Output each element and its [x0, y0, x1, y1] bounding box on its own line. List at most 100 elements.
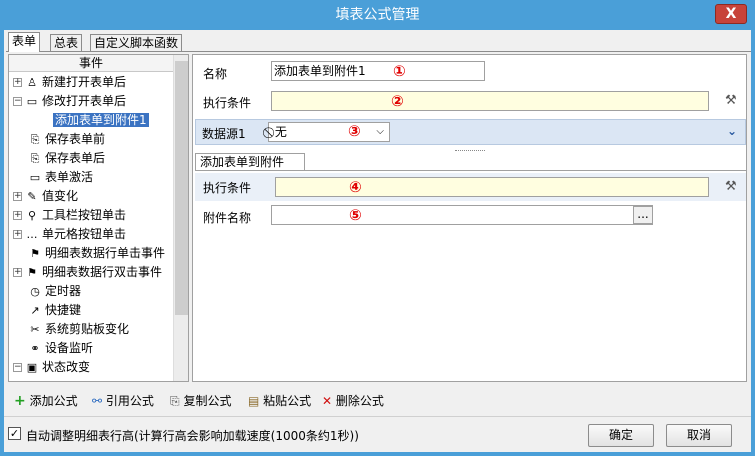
- collapse-chevron-icon[interactable]: ⌄: [727, 124, 737, 138]
- marker-3: ③: [348, 122, 361, 140]
- wand-icon[interactable]: ⚒: [725, 93, 737, 108]
- tree-item-label: 设备监听: [45, 341, 94, 355]
- condition-label: 执行条件: [203, 96, 252, 110]
- datasource-value: 无: [274, 125, 287, 139]
- tree-item-label: 修改打开表单后: [42, 94, 127, 108]
- paste-formula-button[interactable]: ▤ 粘贴公式: [248, 392, 311, 409]
- tab-summary[interactable]: 总表: [50, 34, 83, 52]
- tree-item-label: 明细表数据行双击事件: [42, 265, 163, 279]
- tree-item-label: 保存表单后: [45, 151, 106, 165]
- ref-formula-button[interactable]: ⚯ 引用公式: [92, 392, 154, 409]
- tree-scroll-thumb[interactable]: [175, 61, 188, 315]
- delete-formula-label: 删除公式: [335, 394, 384, 408]
- attachment-input[interactable]: [271, 205, 653, 225]
- close-button[interactable]: X: [715, 4, 747, 24]
- search-icon: ⚲: [27, 209, 37, 222]
- tree-header: 事件: [9, 55, 173, 72]
- auto-adjust-checkbox[interactable]: ✓: [8, 427, 21, 440]
- tree-item-label: 值变化: [42, 189, 79, 203]
- wand-icon-2[interactable]: ⚒: [725, 179, 737, 194]
- name-label: 名称: [203, 67, 228, 81]
- tree-item[interactable]: + ♙ 新建打开表单后: [13, 73, 126, 92]
- tree-item[interactable]: ⎘ 保存表单前: [13, 130, 105, 149]
- datasource-select[interactable]: ⃠ 无 ⌵: [268, 122, 390, 142]
- marker-2: ②: [391, 92, 404, 110]
- window-title: 填表公式管理: [335, 7, 420, 23]
- tree-item[interactable]: + ⚑ 明细表数据行双击事件: [13, 263, 162, 282]
- datasource-label: 数据源1: [202, 127, 246, 141]
- tree-item[interactable]: + ✎ 值变化: [13, 187, 78, 206]
- section-title: 添加表单到附件: [195, 153, 306, 171]
- condition2-label: 执行条件: [203, 181, 252, 195]
- user-icon: ♙: [27, 76, 37, 89]
- tab-custom-script[interactable]: 自定义脚本函数: [90, 34, 183, 52]
- name-input[interactable]: 添加表单到附件1: [271, 61, 485, 81]
- tree-item[interactable]: ⚑ 明细表数据行单击事件: [13, 244, 165, 263]
- tree-item-label: 新建打开表单后: [42, 75, 127, 89]
- ref-formula-label: 引用公式: [105, 394, 154, 408]
- paste-icon: ▤: [248, 394, 260, 408]
- status-icon: ▣: [26, 361, 38, 374]
- timer-icon: ◷: [30, 285, 40, 298]
- tree-item[interactable]: − ▣ 状态改变: [13, 358, 90, 377]
- tree-item[interactable]: 添加表单到附件1: [53, 111, 149, 130]
- folder-icon: ▭: [26, 95, 38, 108]
- auto-adjust-label: 自动调整明细表行高(计算行高会影响加载速度(1000条约1秒)): [26, 429, 359, 443]
- tree-item[interactable]: ✂ 系统剪贴板变化: [13, 320, 129, 339]
- marker-5: ⑤: [349, 206, 362, 224]
- add-formula-label: 添加公式: [29, 394, 78, 408]
- marker-1: ①: [393, 62, 406, 80]
- expand-icon[interactable]: +: [13, 78, 22, 87]
- cancel-button[interactable]: 取消: [666, 424, 732, 447]
- tree-item[interactable]: ◷ 定时器: [13, 282, 81, 301]
- tab-divider: [6, 51, 751, 52]
- section-header: 添加表单到附件: [195, 153, 746, 171]
- copy-icon: ⎘: [170, 394, 180, 408]
- tree-item-label: 工具栏按钮单击: [42, 208, 127, 222]
- expand-icon[interactable]: +: [13, 268, 22, 277]
- tree-item[interactable]: + … 单元格按钮单击: [13, 225, 126, 244]
- link-icon: ⚯: [92, 394, 103, 408]
- tree-item[interactable]: ⚭ 设备监听: [13, 339, 93, 358]
- chevron-down-icon: ⌵: [376, 126, 384, 137]
- tab-form[interactable]: 表单: [8, 32, 41, 52]
- collapse-icon[interactable]: −: [13, 363, 22, 372]
- tree-item-label: 保存表单前: [45, 132, 106, 146]
- tree-item-label: 明细表数据行单击事件: [45, 246, 166, 260]
- tree-item[interactable]: + ⚲ 工具栏按钮单击: [13, 206, 126, 225]
- tree-item-label: 单元格按钮单击: [42, 227, 127, 241]
- expand-icon[interactable]: +: [13, 230, 22, 239]
- plus-icon: +: [14, 393, 26, 409]
- tree-item-label: 定时器: [45, 284, 82, 298]
- delete-formula-button[interactable]: ✕ 删除公式: [322, 392, 384, 409]
- tree-item[interactable]: ↗ 快捷键: [13, 301, 81, 320]
- tree-item-label: 快捷键: [45, 303, 82, 317]
- tree-item[interactable]: − ▭ 修改打开表单后: [13, 92, 126, 111]
- add-formula-button[interactable]: + 添加公式: [14, 392, 78, 409]
- expand-icon[interactable]: +: [13, 192, 22, 201]
- tree-item[interactable]: ▭ 表单激活: [13, 168, 93, 187]
- ok-button[interactable]: 确定: [588, 424, 654, 447]
- expand-icon[interactable]: +: [13, 211, 22, 220]
- splitter-grip[interactable]: [455, 150, 485, 152]
- tree-scrollbar[interactable]: [173, 55, 188, 381]
- collapse-icon[interactable]: −: [13, 97, 22, 106]
- event-tree[interactable]: 事件 + ♙ 新建打开表单后 − ▭ 修改打开表单后 添加表单到附件1 ⎘ 保存表单前 ⎘ 保存表单…: [8, 54, 189, 382]
- copy-formula-button[interactable]: ⎘ 复制公式: [170, 392, 231, 409]
- tree-item[interactable]: ⎘ 保存表单后: [13, 149, 105, 168]
- browse-button[interactable]: ...: [633, 206, 653, 224]
- shortcut-icon: ↗: [30, 304, 40, 317]
- save-icon: ⎘: [30, 152, 40, 165]
- condition-input[interactable]: [271, 91, 709, 111]
- flag-icon: ⚑: [30, 247, 40, 260]
- scissors-icon: ✂: [30, 323, 40, 336]
- attachment-label: 附件名称: [203, 211, 252, 225]
- title-bar: 填表公式管理 X: [0, 0, 755, 30]
- tree-item[interactable]: ...: [13, 377, 39, 381]
- copy-formula-label: 复制公式: [183, 394, 232, 408]
- dialog-footer: ✓ 自动调整明细表行高(计算行高会影响加载速度(1000条约1秒)) 确定 取消: [4, 416, 751, 452]
- tree-item-label: 添加表单到附件1: [53, 113, 149, 127]
- condition2-input[interactable]: [275, 177, 709, 197]
- formula-detail-panel: 名称 添加表单到附件1 ① 执行条件 ② ⚒ 数据源1 ⃠ 无 ⌵ ③ ⌄ 添加…: [192, 54, 747, 382]
- formula-toolbar: + 添加公式 ⚯ 引用公式 ⎘ 复制公式 ▤ 粘贴公式 ✕ 删除公式: [8, 388, 751, 412]
